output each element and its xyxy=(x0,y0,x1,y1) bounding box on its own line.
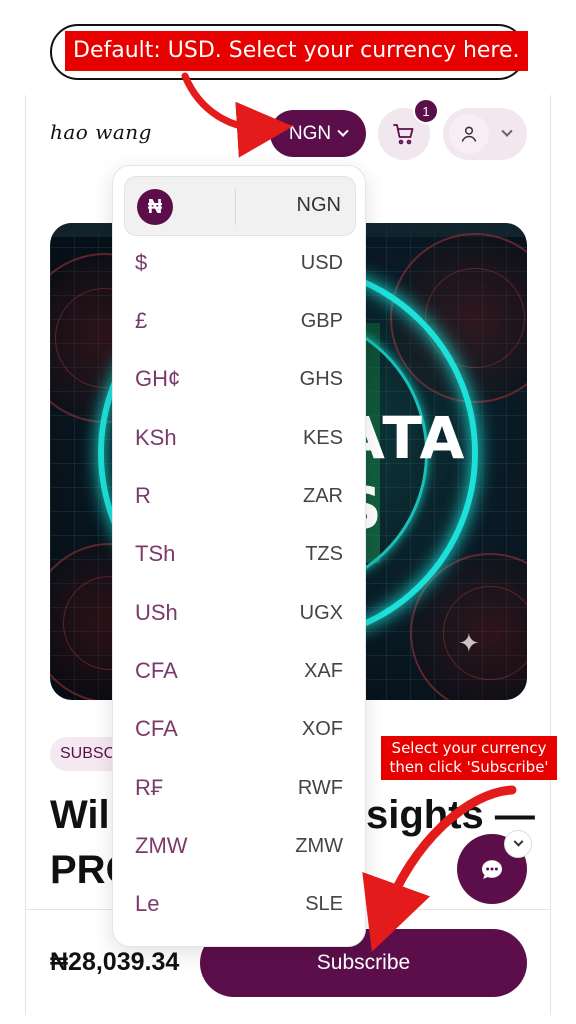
arrow-to-subscribe-button xyxy=(362,785,517,952)
annotation-arrows xyxy=(181,72,517,952)
arrow-to-currency-selector xyxy=(181,72,293,158)
